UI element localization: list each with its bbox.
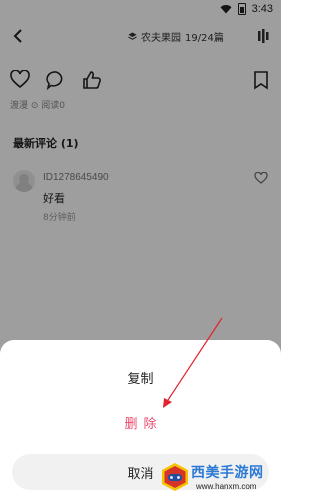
delete-button[interactable]: 删除 [0, 413, 281, 432]
heart-icon[interactable] [254, 172, 268, 184]
watermark-title: 西美手游网 [191, 465, 264, 481]
copy-button[interactable]: 复制 [0, 368, 281, 387]
watermark-url: www.hanxm.com [196, 482, 257, 491]
comments-title: 最新评论 (1) [13, 137, 79, 150]
gamepad-logo-icon [162, 463, 188, 491]
comment-time: 8分钟前 [43, 213, 76, 223]
watermark: 西美手游网 www.hanxm.com [160, 460, 281, 498]
avatar [13, 170, 35, 192]
comment-user: ID1278645490 [43, 172, 109, 183]
comment-text: 好看 [43, 192, 65, 205]
